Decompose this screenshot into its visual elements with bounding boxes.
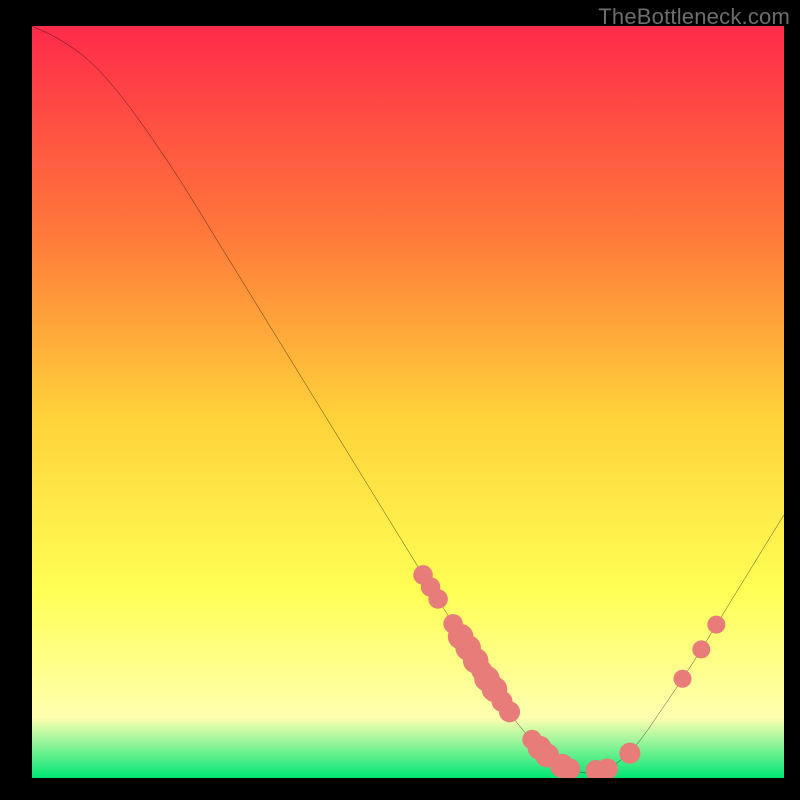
chart-background-gradient — [32, 26, 784, 778]
chart-svg — [32, 26, 784, 778]
chart-plot-area — [32, 26, 784, 778]
chart-marker — [619, 743, 640, 764]
chart-marker — [428, 589, 448, 609]
chart-frame: TheBottleneck.com — [0, 0, 800, 800]
chart-marker — [673, 670, 691, 688]
chart-marker — [692, 640, 710, 658]
chart-marker — [499, 701, 520, 722]
attribution-text: TheBottleneck.com — [598, 4, 790, 30]
chart-marker — [707, 616, 725, 634]
